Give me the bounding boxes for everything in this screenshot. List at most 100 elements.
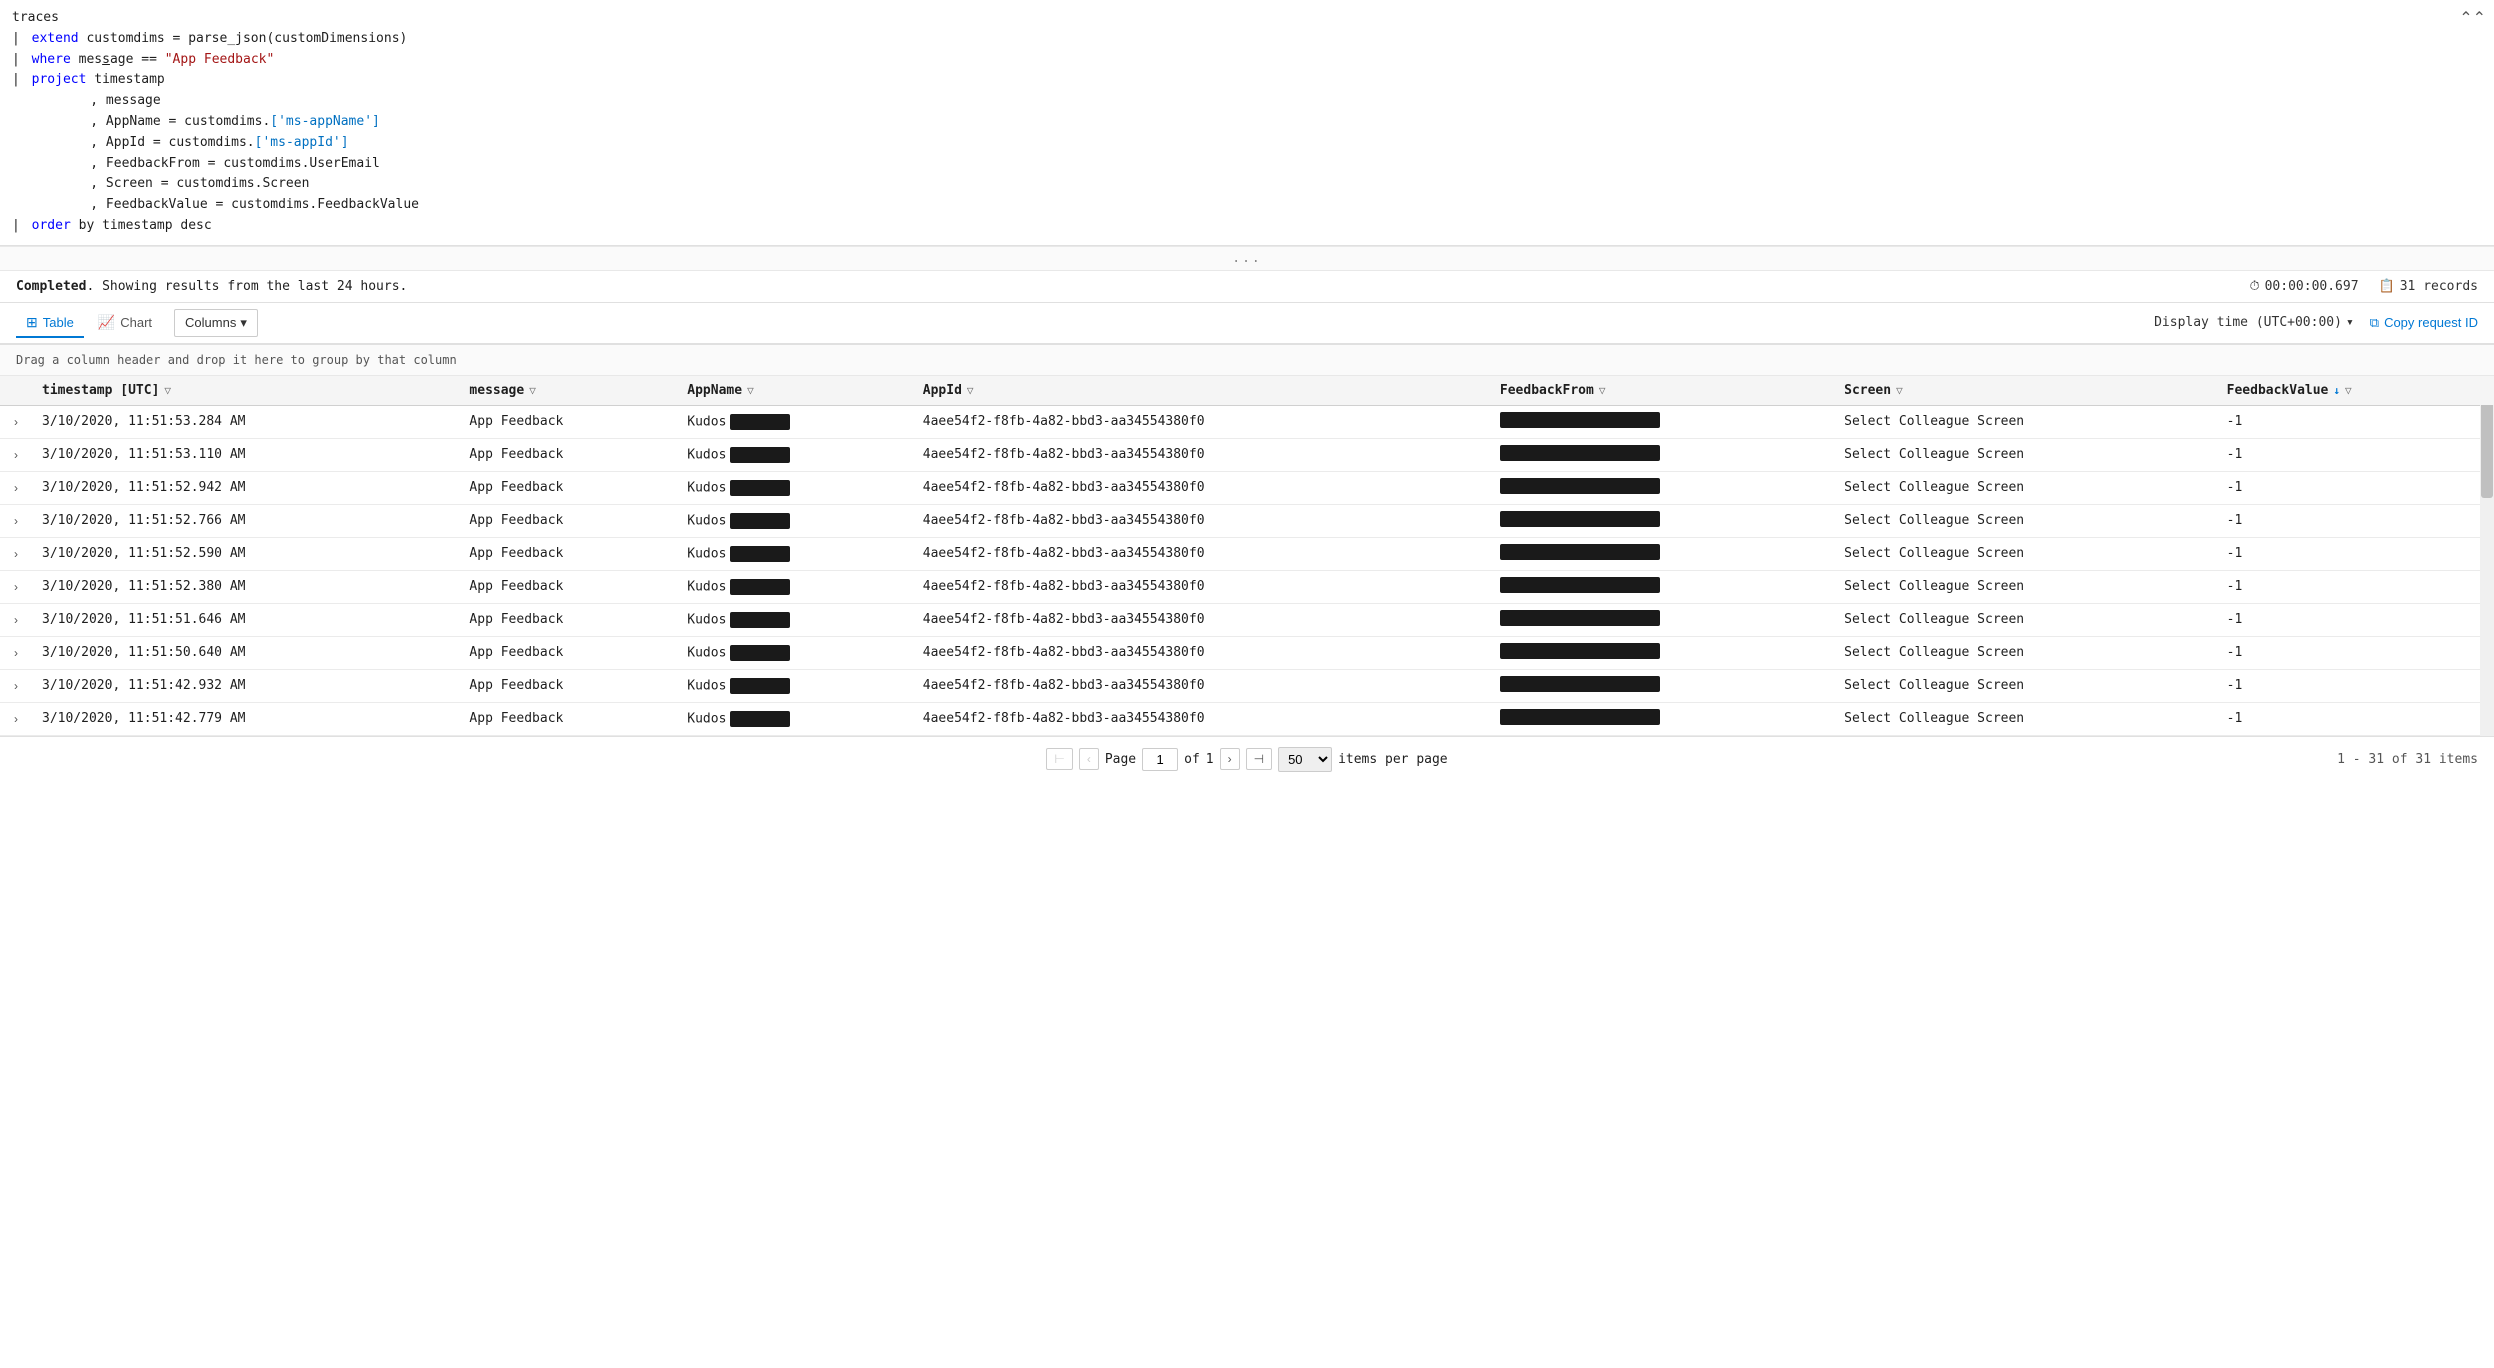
appname-filter-icon[interactable]: ▽ <box>747 384 754 397</box>
row-expand-button[interactable]: › <box>10 710 22 728</box>
code-line-feedbackvalue: , FeedbackValue = customdims.FeedbackVal… <box>12 195 2482 216</box>
code-line-project: | project timestamp <box>12 70 2482 91</box>
prev-page-button[interactable]: ‹ <box>1079 748 1099 770</box>
cell-message: App Feedback <box>459 504 677 537</box>
row-expander-cell: › <box>0 504 32 537</box>
feedbackfrom-redacted <box>1500 445 1660 461</box>
row-expander-cell: › <box>0 438 32 471</box>
table-row: › 3/10/2020, 11:51:52.942 AM App Feedbac… <box>0 471 2494 504</box>
row-expander-cell: › <box>0 702 32 735</box>
cell-appname: Kudos <box>677 603 913 636</box>
message-filter-icon[interactable]: ▽ <box>529 384 536 397</box>
chart-icon: 📈 <box>98 314 115 331</box>
screen-filter-icon[interactable]: ▽ <box>1896 384 1903 397</box>
tab-chart[interactable]: 📈 Chart <box>88 309 162 338</box>
cell-feedbackvalue: -1 <box>2217 669 2494 702</box>
cell-appid: 4aee54f2-f8fb-4a82-bbd3-aa34554380f0 <box>913 405 1490 438</box>
row-expander-cell: › <box>0 636 32 669</box>
col-expander-header <box>0 376 32 406</box>
row-expand-button[interactable]: › <box>10 446 22 464</box>
cell-screen: Select Colleague Screen <box>1834 471 2217 504</box>
cell-message: App Feedback <box>459 702 677 735</box>
cell-appname: Kudos <box>677 405 913 438</box>
cell-message: App Feedback <box>459 405 677 438</box>
results-table-wrapper[interactable]: timestamp [UTC] ▽ message ▽ AppName <box>0 376 2494 736</box>
page-label: Page <box>1105 752 1136 767</box>
per-page-select[interactable]: 50 100 200 <box>1278 747 1332 772</box>
row-expand-button[interactable]: › <box>10 545 22 563</box>
appname-redacted <box>730 645 790 661</box>
code-editor: ⌃⌃ traces | extend customdims = parse_js… <box>0 0 2494 246</box>
dropdown-chevron-icon: ▾ <box>2346 315 2354 330</box>
row-expand-button[interactable]: › <box>10 611 22 629</box>
table-tab-label: Table <box>43 315 74 330</box>
cell-feedbackfrom <box>1490 570 1834 603</box>
tab-table[interactable]: ⊞ Table <box>16 309 84 338</box>
last-page-button[interactable]: ⊣ <box>1246 748 1272 770</box>
cell-feedbackfrom <box>1490 636 1834 669</box>
pagination-bar: ⊢ ‹ Page of 1 › ⊣ 50 100 200 items per p… <box>0 736 2494 782</box>
next-page-button[interactable]: › <box>1220 748 1240 770</box>
cell-feedbackvalue: -1 <box>2217 504 2494 537</box>
appid-filter-icon[interactable]: ▽ <box>967 384 974 397</box>
cell-appname: Kudos <box>677 636 913 669</box>
cell-appid: 4aee54f2-f8fb-4a82-bbd3-aa34554380f0 <box>913 504 1490 537</box>
cell-feedbackvalue: -1 <box>2217 570 2494 603</box>
feedbackfrom-filter-icon[interactable]: ▽ <box>1599 384 1606 397</box>
col-feedbackfrom-header: FeedbackFrom ▽ <box>1490 376 1834 406</box>
feedbackfrom-redacted <box>1500 544 1660 560</box>
feedbackfrom-redacted <box>1500 478 1660 494</box>
table-header: timestamp [UTC] ▽ message ▽ AppName <box>0 376 2494 406</box>
status-right: ⏱ 00:00:00.697 📋 31 records <box>2249 279 2478 294</box>
chart-tab-label: Chart <box>120 315 152 330</box>
cell-screen: Select Colleague Screen <box>1834 702 2217 735</box>
row-expand-button[interactable]: › <box>10 578 22 596</box>
first-page-button[interactable]: ⊢ <box>1046 748 1072 770</box>
status-time: ⏱ 00:00:00.697 <box>2249 279 2358 294</box>
feedbackvalue-filter-icon[interactable]: ▽ <box>2345 384 2352 397</box>
row-expander-cell: › <box>0 669 32 702</box>
cell-appid: 4aee54f2-f8fb-4a82-bbd3-aa34554380f0 <box>913 570 1490 603</box>
cell-screen: Select Colleague Screen <box>1834 504 2217 537</box>
display-time-label: Display time (UTC+00:00) <box>2154 315 2342 330</box>
row-expand-button[interactable]: › <box>10 677 22 695</box>
table-row: › 3/10/2020, 11:51:52.380 AM App Feedbac… <box>0 570 2494 603</box>
row-expand-button[interactable]: › <box>10 644 22 662</box>
cell-feedbackvalue: -1 <box>2217 405 2494 438</box>
row-expander-cell: › <box>0 537 32 570</box>
display-time-selector[interactable]: Display time (UTC+00:00) ▾ <box>2154 315 2354 330</box>
cell-screen: Select Colleague Screen <box>1834 603 2217 636</box>
row-expand-button[interactable]: › <box>10 413 22 431</box>
columns-button[interactable]: Columns ▾ <box>174 309 258 337</box>
table-row: › 3/10/2020, 11:51:51.646 AM App Feedbac… <box>0 603 2494 636</box>
appname-redacted <box>730 513 790 529</box>
appname-redacted <box>730 678 790 694</box>
appname-redacted <box>730 414 790 430</box>
toolbar-right: Display time (UTC+00:00) ▾ ⧉ Copy reques… <box>2154 315 2478 331</box>
vertical-scrollbar[interactable] <box>2480 376 2494 736</box>
timestamp-filter-icon[interactable]: ▽ <box>164 384 171 397</box>
cell-message: App Feedback <box>459 438 677 471</box>
cell-timestamp: 3/10/2020, 11:51:42.932 AM <box>32 669 459 702</box>
row-expander-cell: › <box>0 570 32 603</box>
cell-feedbackfrom <box>1490 702 1834 735</box>
row-expand-button[interactable]: › <box>10 512 22 530</box>
code-line-appid: , AppId = customdims.['ms-appId'] <box>12 133 2482 154</box>
copy-icon: ⧉ <box>2370 315 2379 331</box>
collapse-button[interactable]: ⌃⌃ <box>2459 8 2486 28</box>
col-timestamp-header: timestamp [UTC] ▽ <box>32 376 459 406</box>
cell-feedbackvalue: -1 <box>2217 438 2494 471</box>
row-expand-button[interactable]: › <box>10 479 22 497</box>
cell-message: App Feedback <box>459 603 677 636</box>
records-count: 31 records <box>2400 279 2478 294</box>
cell-screen: Select Colleague Screen <box>1834 636 2217 669</box>
table-container: timestamp [UTC] ▽ message ▽ AppName <box>0 376 2494 736</box>
table-row: › 3/10/2020, 11:51:53.110 AM App Feedbac… <box>0 438 2494 471</box>
cell-appid: 4aee54f2-f8fb-4a82-bbd3-aa34554380f0 <box>913 636 1490 669</box>
appname-redacted <box>730 579 790 595</box>
page-input[interactable] <box>1142 748 1178 771</box>
col-message-header: message ▽ <box>459 376 677 406</box>
col-appid-header: AppId ▽ <box>913 376 1490 406</box>
copy-request-button[interactable]: ⧉ Copy request ID <box>2370 315 2478 331</box>
feedbackfrom-redacted <box>1500 643 1660 659</box>
